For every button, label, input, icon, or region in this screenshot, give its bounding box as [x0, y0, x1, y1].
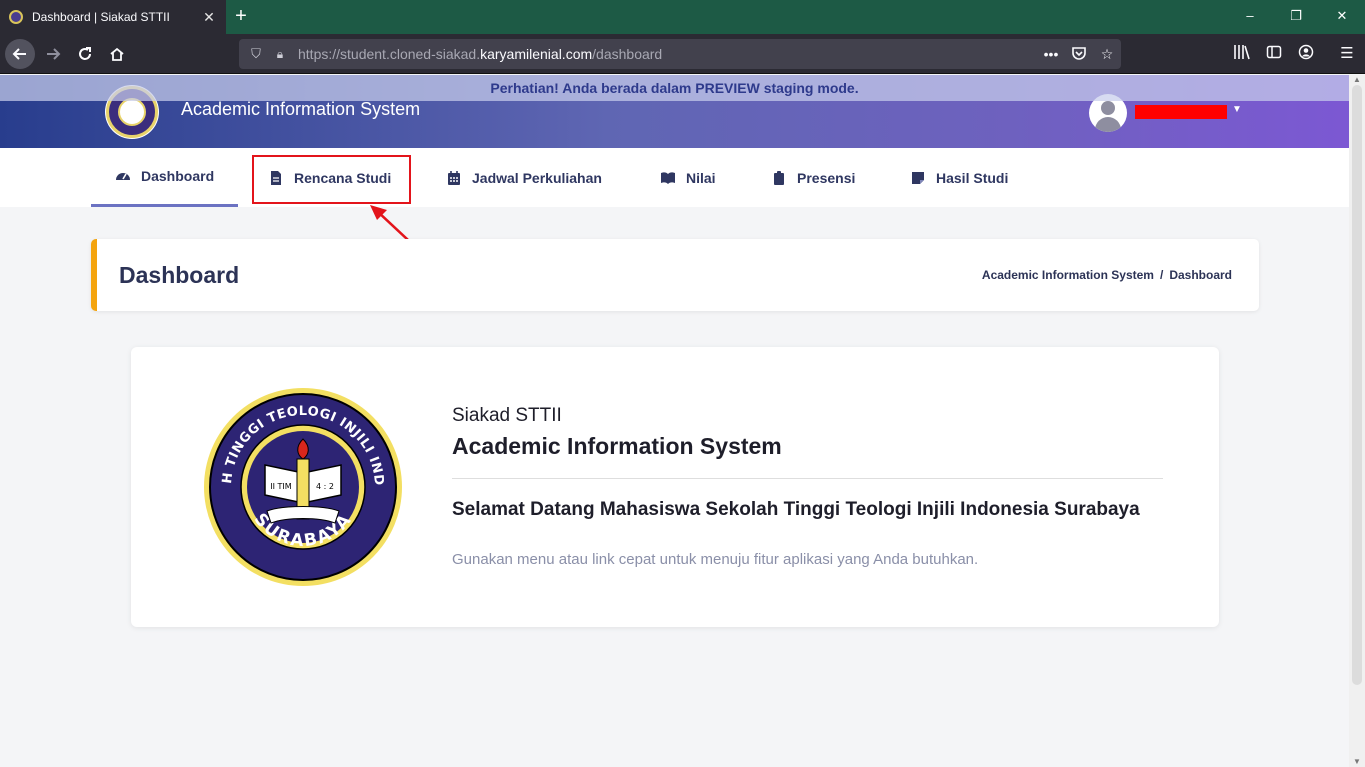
page-scrollbar[interactable]: ▲ ▼	[1349, 75, 1365, 767]
breadcrumb: Academic Information System / Dashboard	[982, 268, 1232, 282]
calendar-icon	[448, 170, 460, 185]
clipboard-icon	[774, 170, 784, 185]
main-menu: Dashboard Rencana Studi Jadwal Perkuliah…	[0, 148, 1349, 207]
preview-mode-notice: Perhatian! Anda berada dalam PREVIEW sta…	[0, 75, 1349, 101]
back-button[interactable]	[5, 39, 35, 69]
scroll-up-icon[interactable]: ▲	[1349, 75, 1365, 85]
menu-item-presensi[interactable]: Presensi	[771, 148, 855, 207]
scrollbar-thumb[interactable]	[1352, 85, 1362, 685]
page-viewport: Academic Information System ▼ Perhatian!…	[0, 75, 1349, 767]
breadcrumb-separator: /	[1159, 268, 1164, 282]
home-icon	[110, 47, 124, 61]
lock-icon[interactable]: 🔒︎	[272, 47, 288, 62]
sttii-emblem-logo: SEKOLAH TINGGI TEOLOGI INJILI INDONESIA …	[203, 387, 402, 586]
arrow-right-icon	[47, 48, 61, 60]
url-domain: karyamilenial.com	[480, 46, 593, 62]
welcome-message: Selamat Datang Mahasiswa Sekolah Tinggi …	[452, 499, 1140, 520]
card-heading: Academic Information System	[452, 433, 782, 459]
browser-tab[interactable]: Dashboard | Siakad STTII ✕	[0, 0, 226, 34]
menu-item-hasil-studi[interactable]: Hasil Studi	[910, 148, 1008, 207]
new-tab-button[interactable]: +	[229, 3, 253, 29]
svg-text:4 : 2: 4 : 2	[316, 482, 334, 491]
tab-close-icon[interactable]: ✕	[198, 9, 220, 26]
annotation-highlight-box	[252, 155, 411, 204]
menu-item-dashboard[interactable]: Dashboard	[91, 148, 238, 207]
reload-button[interactable]	[70, 39, 100, 69]
card-subtitle: Siakad STTII	[452, 405, 562, 426]
shield-icon[interactable]: ⛉	[248, 46, 264, 62]
address-bar[interactable]: ⛉ 🔒︎ https://student.cloned-siakad.karya…	[239, 39, 1121, 69]
library-icon[interactable]	[1232, 44, 1252, 64]
menu-label: Presensi	[797, 169, 856, 186]
url-path: /dashboard	[592, 46, 663, 62]
pocket-icon[interactable]	[1065, 45, 1093, 64]
user-dropdown-caret-icon[interactable]: ▼	[1232, 104, 1242, 115]
menu-label: Hasil Studi	[936, 169, 1009, 186]
bookmark-star-icon[interactable]: ☆	[1093, 46, 1121, 63]
restore-window-button[interactable]: ❐	[1273, 0, 1319, 34]
breadcrumb-current: Dashboard	[1169, 268, 1232, 282]
welcome-card: SEKOLAH TINGGI TEOLOGI INJILI INDONESIA …	[131, 347, 1219, 627]
svg-text:II TIM: II TIM	[270, 482, 292, 491]
menu-item-jadwal-perkuliahan[interactable]: Jadwal Perkuliahan	[446, 148, 602, 207]
page-title: Dashboard	[119, 262, 240, 288]
browser-tab-strip: Dashboard | Siakad STTII ✕ + – ❐ ✕	[0, 0, 1365, 34]
scroll-down-icon[interactable]: ▼	[1349, 757, 1365, 767]
minimize-window-button[interactable]: –	[1227, 0, 1273, 34]
welcome-hint: Gunakan menu atau link cepat untuk menuj…	[452, 551, 979, 568]
menu-label: Nilai	[686, 169, 716, 186]
divider	[452, 478, 1163, 479]
site-favicon-icon	[9, 10, 23, 24]
page-actions-icon[interactable]: •••	[1037, 46, 1065, 62]
hamburger-menu-icon[interactable]: ☰	[1337, 44, 1357, 64]
forward-button[interactable]	[38, 39, 68, 69]
menu-label: Jadwal Perkuliahan	[472, 169, 602, 186]
sidebar-icon[interactable]	[1264, 44, 1284, 64]
url-text[interactable]: https://student.cloned-siakad.karyamilen…	[298, 46, 1037, 62]
page-title-card: Dashboard Academic Information System / Da…	[91, 239, 1259, 311]
menu-label: Dashboard	[141, 168, 215, 184]
book-icon	[661, 171, 675, 184]
breadcrumb-root[interactable]: Academic Information System	[982, 268, 1154, 282]
username-redacted[interactable]	[1135, 105, 1227, 119]
account-icon[interactable]	[1296, 44, 1316, 64]
note-icon	[912, 171, 924, 184]
arrow-left-icon	[12, 48, 26, 60]
close-window-button[interactable]: ✕	[1319, 0, 1365, 34]
tab-title: Dashboard | Siakad STTII	[32, 10, 170, 24]
url-prefix: https://student.cloned-siakad.	[298, 46, 481, 62]
app-title[interactable]: Academic Information System	[181, 99, 420, 120]
browser-toolbar: ⛉ 🔒︎ https://student.cloned-siakad.karya…	[0, 34, 1365, 74]
reload-icon	[79, 47, 91, 60]
menu-item-nilai[interactable]: Nilai	[660, 148, 716, 207]
dashboard-gauge-icon	[116, 173, 130, 180]
home-button[interactable]	[102, 39, 132, 69]
